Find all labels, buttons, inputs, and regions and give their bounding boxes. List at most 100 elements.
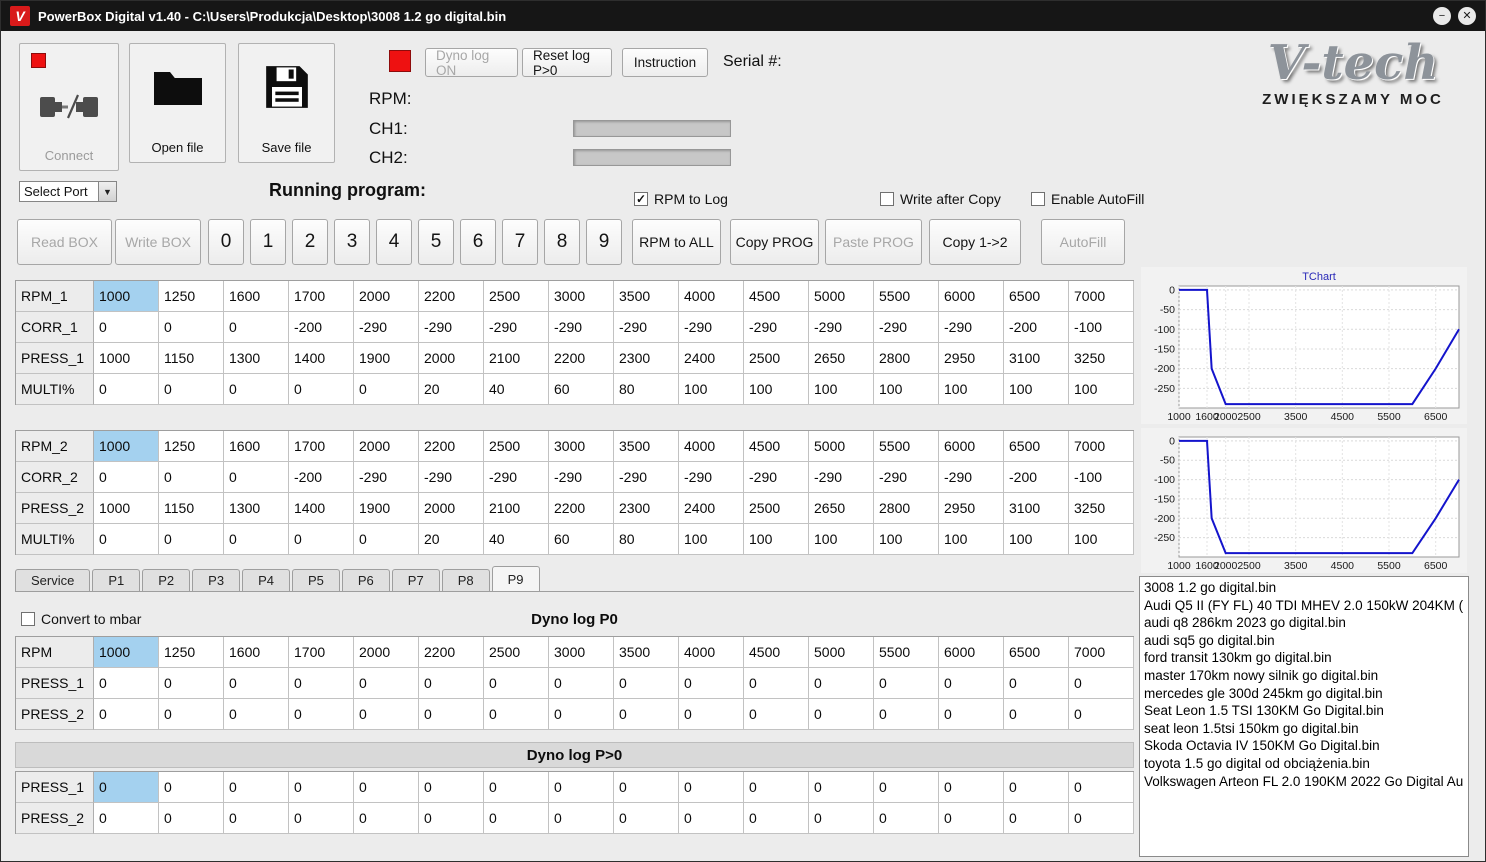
table-cell[interactable]: 5500 <box>874 431 939 462</box>
instruction-button[interactable]: Instruction <box>622 48 708 77</box>
table-cell[interactable]: 0 <box>94 374 159 405</box>
table-cell[interactable]: -290 <box>354 462 419 493</box>
table-cell[interactable]: 1000 <box>94 281 159 312</box>
table-cell[interactable]: 1700 <box>289 281 354 312</box>
table-cell[interactable]: 0 <box>809 668 874 699</box>
copy-prog-button[interactable]: Copy PROG <box>730 219 819 265</box>
table-cell[interactable]: 0 <box>289 803 354 834</box>
table-cell[interactable]: 1000 <box>94 637 159 668</box>
table-cell[interactable]: 2500 <box>744 493 809 524</box>
table-cell[interactable]: 20 <box>419 374 484 405</box>
table-cell[interactable]: 3000 <box>549 431 614 462</box>
table-cell[interactable]: 0 <box>419 668 484 699</box>
table-cell[interactable]: 0 <box>939 772 1004 803</box>
table-cell[interactable]: 6500 <box>1004 431 1069 462</box>
table-cell[interactable]: 0 <box>224 668 289 699</box>
table-cell[interactable]: 1700 <box>289 431 354 462</box>
table-cell[interactable]: 0 <box>94 699 159 730</box>
table-cell[interactable]: 0 <box>1069 668 1134 699</box>
table-cell[interactable]: 0 <box>1069 699 1134 730</box>
table-cell[interactable]: 3250 <box>1069 493 1134 524</box>
tab-p9[interactable]: P9 <box>491 566 540 591</box>
table-cell[interactable]: 100 <box>1004 374 1069 405</box>
digit-button-6[interactable]: 6 <box>460 219 496 265</box>
enable-autofill-checkbox[interactable]: Enable AutoFill <box>1031 191 1144 207</box>
table-cell[interactable]: 0 <box>549 699 614 730</box>
table-cell[interactable]: 0 <box>744 772 809 803</box>
table-cell[interactable]: 1900 <box>354 493 419 524</box>
table-cell[interactable]: 2200 <box>549 493 614 524</box>
digit-button-7[interactable]: 7 <box>502 219 538 265</box>
copy-1-to-2-button[interactable]: Copy 1->2 <box>929 219 1021 265</box>
digit-button-9[interactable]: 9 <box>586 219 622 265</box>
table-cell[interactable]: 6500 <box>1004 637 1069 668</box>
table-cell[interactable]: 0 <box>224 312 289 343</box>
table-cell[interactable]: 80 <box>614 374 679 405</box>
table-cell[interactable]: 100 <box>744 374 809 405</box>
table-cell[interactable]: 100 <box>939 374 1004 405</box>
tab-p5[interactable]: P5 <box>291 569 340 591</box>
table-cell[interactable]: 4500 <box>744 281 809 312</box>
table-cell[interactable]: 2000 <box>419 343 484 374</box>
table-cell[interactable]: 20 <box>419 524 484 555</box>
table-cell[interactable]: 0 <box>354 803 419 834</box>
table-cell[interactable]: 0 <box>679 699 744 730</box>
minimize-button[interactable]: − <box>1433 7 1451 25</box>
table-cell[interactable]: 0 <box>159 668 224 699</box>
table-cell[interactable]: 0 <box>224 772 289 803</box>
file-list-item[interactable]: mercedes gle 300d 245km go digital.bin <box>1144 685 1464 703</box>
table-cell[interactable]: 0 <box>94 803 159 834</box>
file-list-item[interactable]: seat leon 1.5tsi 150km go digital.bin <box>1144 720 1464 738</box>
table-cell[interactable]: 0 <box>289 524 354 555</box>
table-cell[interactable]: 5000 <box>809 637 874 668</box>
table-cell[interactable]: 1700 <box>289 637 354 668</box>
table-cell[interactable]: 1300 <box>224 343 289 374</box>
table-cell[interactable]: 0 <box>159 312 224 343</box>
table-cell[interactable]: -290 <box>484 462 549 493</box>
tab-p6[interactable]: P6 <box>341 569 390 591</box>
table-cell[interactable]: 1250 <box>159 281 224 312</box>
table-cell[interactable]: -200 <box>289 462 354 493</box>
table-cell[interactable]: 0 <box>289 699 354 730</box>
table-cell[interactable]: 0 <box>484 668 549 699</box>
table-cell[interactable]: 0 <box>94 312 159 343</box>
table-cell[interactable]: 0 <box>939 699 1004 730</box>
select-port-dropdown[interactable]: Select Port ▼ <box>19 181 117 202</box>
table-cell[interactable]: -290 <box>874 312 939 343</box>
table-cell[interactable]: 5000 <box>809 281 874 312</box>
table-cell[interactable]: 1400 <box>289 493 354 524</box>
file-list-item[interactable]: toyota 1.5 go digital od obciążenia.bin <box>1144 755 1464 773</box>
table-cell[interactable]: -290 <box>809 312 874 343</box>
table-cell[interactable]: 3000 <box>549 637 614 668</box>
digit-button-8[interactable]: 8 <box>544 219 580 265</box>
table-cell[interactable]: 0 <box>874 668 939 699</box>
open-file-button[interactable]: Open file <box>129 43 226 163</box>
table-cell[interactable]: 0 <box>679 803 744 834</box>
table-cell[interactable]: 0 <box>289 772 354 803</box>
tab-service[interactable]: Service <box>15 569 91 591</box>
table-cell[interactable]: 2100 <box>484 493 549 524</box>
table-cell[interactable]: 100 <box>874 524 939 555</box>
file-list-item[interactable]: ford transit 130km go digital.bin <box>1144 649 1464 667</box>
table-cell[interactable]: 7000 <box>1069 431 1134 462</box>
table-cell[interactable]: 0 <box>224 374 289 405</box>
table-cell[interactable]: -100 <box>1069 462 1134 493</box>
table-cell[interactable]: 1250 <box>159 637 224 668</box>
table-cell[interactable]: 60 <box>549 374 614 405</box>
table-cell[interactable]: 2950 <box>939 493 1004 524</box>
table-cell[interactable]: 0 <box>809 803 874 834</box>
table-cell[interactable]: 0 <box>159 374 224 405</box>
table-cell[interactable]: 1000 <box>94 431 159 462</box>
table-cell[interactable]: 0 <box>614 803 679 834</box>
read-box-button[interactable]: Read BOX <box>17 219 112 265</box>
table-cell[interactable]: 0 <box>549 668 614 699</box>
table-cell[interactable]: 2500 <box>484 637 549 668</box>
table-cell[interactable]: 1600 <box>224 281 289 312</box>
tab-p8[interactable]: P8 <box>441 569 490 591</box>
table-cell[interactable]: 0 <box>484 803 549 834</box>
table-cell[interactable]: 1000 <box>94 493 159 524</box>
table-cell[interactable]: 5500 <box>874 281 939 312</box>
table-cell[interactable]: 2500 <box>744 343 809 374</box>
table-cell[interactable]: 0 <box>874 772 939 803</box>
table-cell[interactable]: 0 <box>744 803 809 834</box>
